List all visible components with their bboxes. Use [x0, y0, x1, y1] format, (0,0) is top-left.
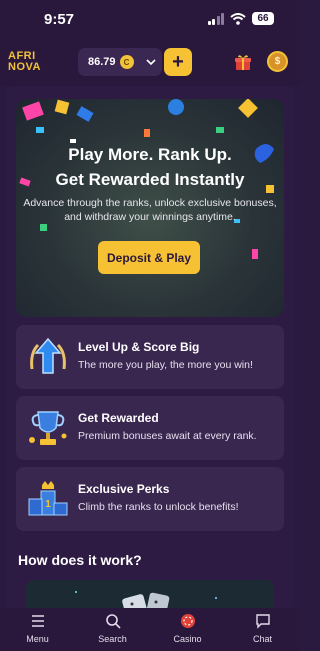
nav-label: Chat — [252, 634, 272, 644]
nav-label: Menu — [26, 634, 49, 644]
coin-icon: C — [119, 55, 134, 69]
feature-title: Get Rewarded — [78, 411, 159, 425]
status-icons: 66 — [207, 12, 274, 25]
feature-description: Premium bonuses await at every rank. — [78, 430, 257, 442]
dice-illustration — [75, 591, 217, 608]
search-icon — [105, 614, 121, 629]
trophy-icon — [29, 411, 67, 445]
hero-banner: Play More. Rank Up. Get Rewarded Instant… — [16, 99, 284, 317]
feature-title: Level Up & Score Big — [78, 340, 200, 354]
hero-title-line2: Get Rewarded Instantly — [55, 170, 245, 189]
feature-description: The more you play, the more you win! — [78, 359, 253, 371]
how-it-works-title: How does it work? — [18, 552, 142, 568]
deposit-add-button[interactable]: + — [164, 48, 192, 76]
gift-icon[interactable] — [234, 53, 252, 71]
chevron-down-icon — [145, 59, 156, 66]
brand-logo[interactable]: AFRI NOVA — [8, 51, 41, 73]
battery-icon: 66 — [252, 12, 274, 25]
podium-icon: 1 — [28, 481, 68, 516]
chat-icon — [255, 614, 270, 629]
main-content: Play More. Rank Up. Get Rewarded Instant… — [6, 86, 294, 608]
nav-item-chat[interactable]: Chat — [225, 608, 300, 651]
casino-chip-icon — [180, 614, 195, 628]
rank-badge-icon[interactable]: $ — [267, 51, 288, 72]
hero-title-line1: Play More. Rank Up. — [68, 145, 232, 164]
feature-title: Exclusive Perks — [78, 482, 170, 496]
app-header: AFRI NOVA 86.79 C + $ — [0, 40, 300, 86]
feature-card-rewards: Get Rewarded Premium bonuses await at ev… — [16, 396, 284, 460]
nav-item-search[interactable]: Search — [75, 608, 150, 651]
level-up-arrow-icon — [30, 337, 66, 374]
wifi-icon — [230, 12, 246, 25]
nav-item-menu[interactable]: Menu — [0, 608, 75, 651]
nav-label: Casino — [173, 634, 202, 644]
bottom-nav: Menu Search Casino Chat — [0, 608, 300, 651]
menu-icon — [31, 615, 44, 627]
deposit-play-button[interactable]: Deposit & Play — [98, 241, 200, 274]
balance-selector[interactable]: 86.79 C — [78, 48, 162, 76]
hero-subtitle-line2: and withdraw your winnings anytime. — [64, 211, 236, 223]
signal-icon — [207, 12, 224, 25]
feature-card-level-up: Level Up & Score Big The more you play, … — [16, 325, 284, 389]
feature-description: Climb the ranks to unlock benefits! — [78, 501, 239, 513]
hero-subtitle-line1: Advance through the ranks, unlock exclus… — [23, 197, 277, 209]
feature-card-perks: 1 Exclusive Perks Climb the ranks to unl… — [16, 467, 284, 531]
nav-item-casino[interactable]: Casino — [150, 608, 225, 651]
status-bar: 9:57 66 — [0, 0, 300, 40]
svg-text:1: 1 — [45, 499, 51, 510]
balance-value: 86.79 — [88, 56, 116, 68]
status-time: 9:57 — [44, 11, 75, 28]
nav-label: Search — [98, 634, 127, 644]
how-it-works-card[interactable] — [26, 580, 274, 608]
